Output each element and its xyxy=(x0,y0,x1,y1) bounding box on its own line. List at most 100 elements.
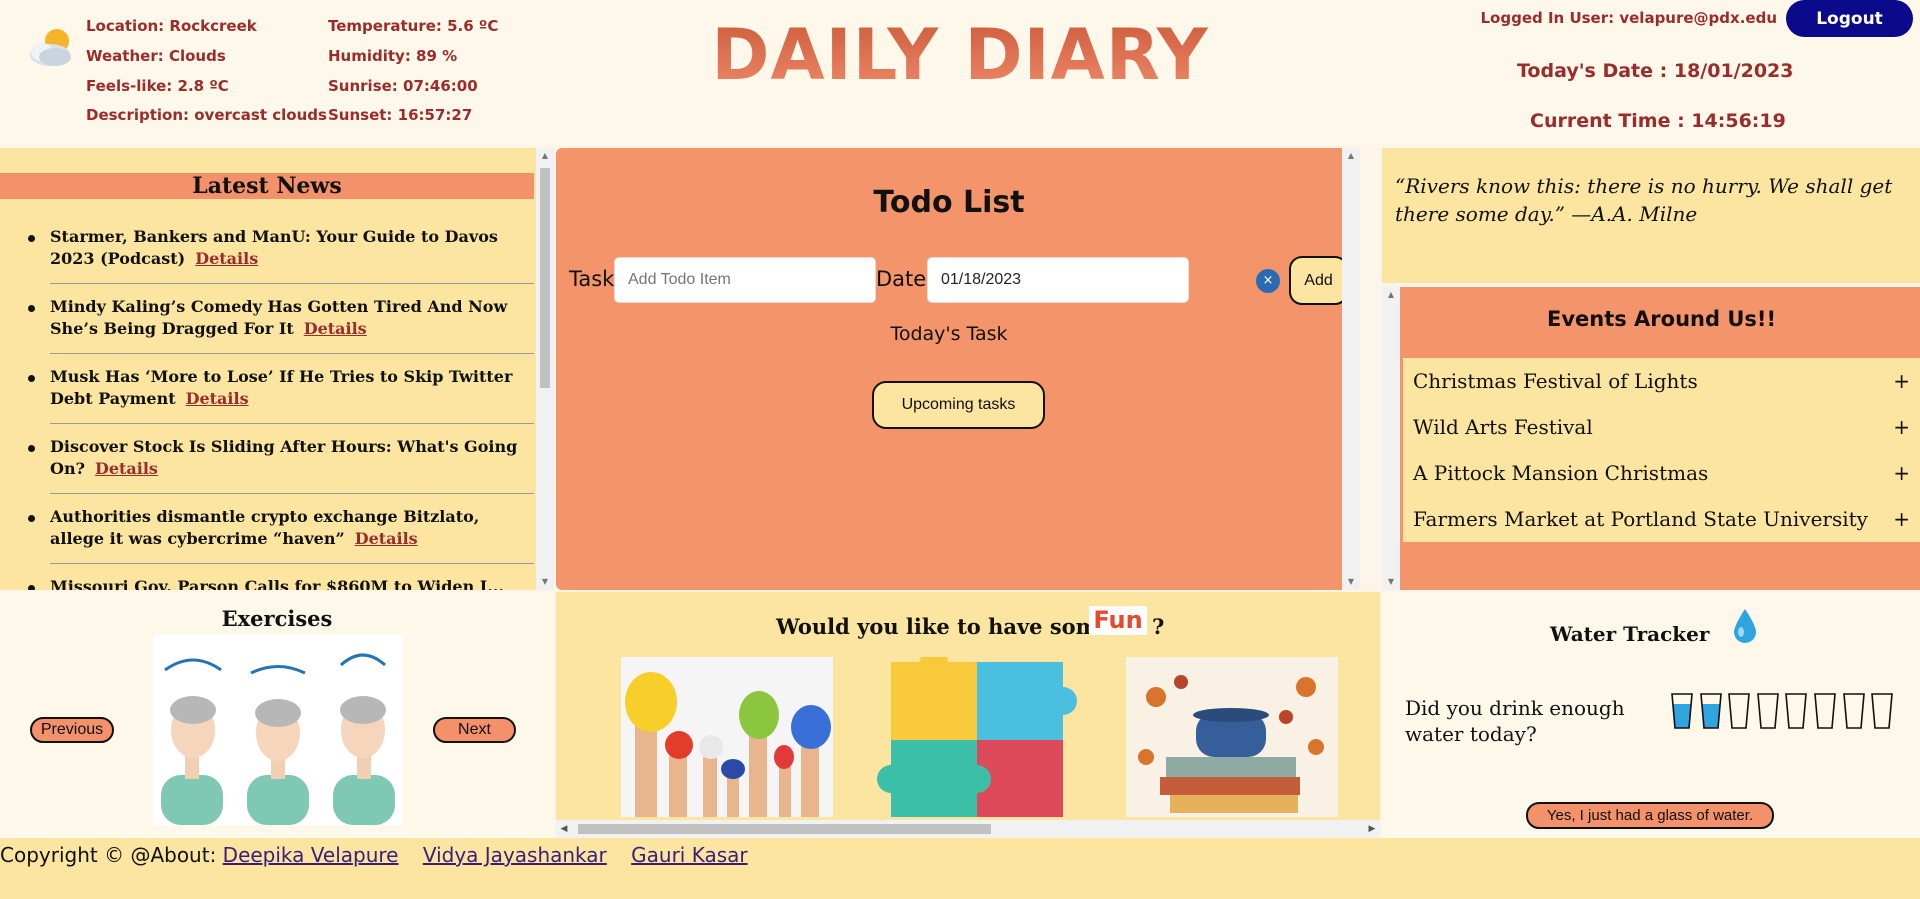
event-item[interactable]: A Pittock Mansion Christmas + xyxy=(1403,450,1920,496)
glass-filled-icon[interactable] xyxy=(1670,692,1694,730)
weather-temperature: Temperature: 5.6 ºC xyxy=(328,17,499,35)
weather-condition: Weather: Clouds xyxy=(86,47,226,65)
news-title: Mindy Kaling’s Comedy Has Gotten Tired A… xyxy=(50,297,508,338)
drank-water-button[interactable]: Yes, I just had a glass of water. xyxy=(1526,802,1774,829)
divider xyxy=(50,353,534,354)
app-title: DAILY DIARY xyxy=(700,14,1220,96)
divider xyxy=(50,563,534,564)
glass-empty-icon[interactable] xyxy=(1842,692,1866,730)
logout-button[interactable]: Logout xyxy=(1786,0,1913,37)
news-item: Musk Has ‘More to Lose’ If He Tries to S… xyxy=(0,366,534,436)
author-link[interactable]: Gauri Kasar xyxy=(631,843,747,867)
news-title: Musk Has ‘More to Lose’ If He Tries to S… xyxy=(50,367,513,408)
task-input[interactable] xyxy=(614,257,876,303)
quote-text: “Rivers know this: there is no hurry. We… xyxy=(1395,174,1893,226)
event-item[interactable]: Farmers Market at Portland State Univers… xyxy=(1403,496,1920,542)
event-item[interactable]: Christmas Festival of Lights + xyxy=(1403,358,1920,404)
header: Location: Rockcreek Weather: Clouds Feel… xyxy=(0,0,1920,146)
scroll-down-icon[interactable]: ▼ xyxy=(1382,574,1400,590)
news-heading: Latest News xyxy=(0,173,534,199)
author-link[interactable]: Deepika Velapure xyxy=(223,843,399,867)
fun-horizontal-scrollbar[interactable]: ◀ ▶ xyxy=(556,820,1380,838)
glass-filled-icon[interactable] xyxy=(1699,692,1723,730)
news-item: Starmer, Bankers and ManU: Your Guide to… xyxy=(0,226,534,296)
water-glasses xyxy=(1670,692,1910,734)
scroll-down-icon[interactable]: ▼ xyxy=(536,574,554,590)
current-time: Current Time : 14:56:19 xyxy=(1530,110,1786,132)
scroll-thumb[interactable] xyxy=(540,168,550,388)
glass-empty-icon[interactable] xyxy=(1870,692,1894,730)
scroll-thumb[interactable] xyxy=(578,824,991,834)
todays-task-heading: Today's Task xyxy=(890,323,1008,345)
task-label: Task xyxy=(569,267,615,291)
fun-badge-text: Fun xyxy=(1093,606,1143,634)
todo-title: Todo List xyxy=(873,185,1025,220)
water-tracker-title: Water Tracker xyxy=(1550,622,1710,646)
date-input[interactable] xyxy=(927,257,1189,303)
weather-sunset: Sunset: 16:57:27 xyxy=(328,106,473,124)
news-title: Missouri Gov. Parson Calls for $860M to … xyxy=(50,577,504,590)
news-item: Discover Stock Is Sliding After Hours: W… xyxy=(0,436,534,506)
events-panel: ▲ ▼ Events Around Us!! Christmas Festiva… xyxy=(1382,287,1920,590)
events-title: Events Around Us!! xyxy=(1546,307,1777,331)
events-list: Christmas Festival of Lights + Wild Arts… xyxy=(1403,358,1920,542)
scroll-up-icon[interactable]: ▲ xyxy=(536,148,554,164)
news-details-link[interactable]: Details xyxy=(195,249,258,268)
scroll-up-icon[interactable]: ▲ xyxy=(1382,287,1400,303)
scroll-up-icon[interactable]: ▲ xyxy=(1342,148,1360,164)
glass-empty-icon[interactable] xyxy=(1813,692,1837,730)
autumn-books-teacup-image[interactable] xyxy=(1126,657,1338,817)
news-scrollbar[interactable]: ▲ ▼ xyxy=(536,148,554,590)
events-content: Events Around Us!! Christmas Festival of… xyxy=(1403,287,1920,590)
expand-icon[interactable]: + xyxy=(1893,496,1910,542)
news-details-link[interactable]: Details xyxy=(95,459,158,478)
weather-feels-like: Feels-like: 2.8 ºC xyxy=(86,77,229,95)
expand-icon[interactable]: + xyxy=(1893,450,1910,496)
todo-scrollbar[interactable]: ▲ ▼ xyxy=(1342,148,1360,590)
news-details-link[interactable]: Details xyxy=(186,389,249,408)
previous-button[interactable]: Previous xyxy=(30,717,114,743)
event-name: Farmers Market at Portland State Univers… xyxy=(1413,507,1868,531)
author-link[interactable]: Vidya Jayashankar xyxy=(423,843,607,867)
footer: Copyright © @About: Deepika Velapure Vid… xyxy=(0,838,1920,899)
weather-sunrise: Sunrise: 07:46:00 xyxy=(328,77,478,95)
news-item: Authorities dismantle crypto exchange Bi… xyxy=(0,506,534,576)
water-drop-icon xyxy=(1734,609,1756,643)
news-title: Starmer, Bankers and ManU: Your Guide to… xyxy=(50,227,498,268)
event-name: A Pittock Mansion Christmas xyxy=(1413,461,1709,485)
copyright-text: Copyright © @About: xyxy=(0,843,217,867)
scroll-left-icon[interactable]: ◀ xyxy=(556,820,572,838)
scroll-right-icon[interactable]: ▶ xyxy=(1364,820,1380,838)
quote-panel: “Rivers know this: there is no hurry. We… xyxy=(1382,148,1920,283)
event-item[interactable]: Wild Arts Festival + xyxy=(1403,404,1920,450)
puzzle-pieces-image[interactable] xyxy=(871,657,1083,817)
footer-text: Copyright © @About: Deepika Velapure Vid… xyxy=(0,843,766,867)
event-name: Christmas Festival of Lights xyxy=(1413,369,1698,393)
glass-empty-icon[interactable] xyxy=(1756,692,1780,730)
fun-question: Would you like to have some xyxy=(776,614,1112,639)
clear-icon[interactable]: × xyxy=(1256,269,1280,293)
scroll-down-icon[interactable]: ▼ xyxy=(1342,574,1360,590)
neck-exercise-illustration xyxy=(153,635,403,825)
weather-humidity: Humidity: 89 % xyxy=(328,47,458,65)
expand-icon[interactable]: + xyxy=(1893,404,1910,450)
events-scrollbar[interactable]: ▲ ▼ xyxy=(1382,287,1400,590)
news-details-link[interactable]: Details xyxy=(304,319,367,338)
fun-badge: Fun xyxy=(1089,606,1147,635)
exercises-panel: Exercises Previous Next xyxy=(0,592,554,838)
expand-icon[interactable]: + xyxy=(1893,358,1910,404)
glass-empty-icon[interactable] xyxy=(1784,692,1808,730)
divider xyxy=(50,493,534,494)
upcoming-tasks-button[interactable]: Upcoming tasks xyxy=(872,381,1045,429)
weather-description: Description: overcast clouds xyxy=(86,106,327,124)
add-todo-button[interactable]: Add xyxy=(1289,256,1348,305)
exercises-title: Exercises xyxy=(221,606,333,631)
cloud-sun-icon xyxy=(30,29,71,66)
water-tracker-panel: Water Tracker Did you drink enough water… xyxy=(1382,592,1920,838)
glass-empty-icon[interactable] xyxy=(1727,692,1751,730)
news-details-link[interactable]: Details xyxy=(355,529,418,548)
painted-hands-image[interactable] xyxy=(621,657,833,817)
todo-panel: Todo List Task Date: × Add Today's Task … xyxy=(556,148,1360,590)
news-item: Missouri Gov. Parson Calls for $860M to … xyxy=(0,576,534,590)
next-button[interactable]: Next xyxy=(433,717,516,743)
